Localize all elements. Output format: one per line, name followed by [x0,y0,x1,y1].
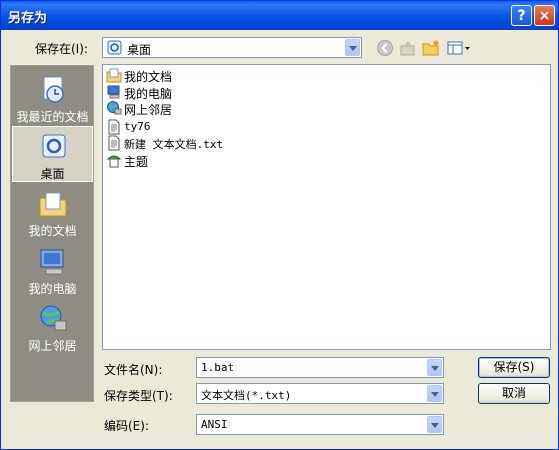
chevron-down-icon[interactable] [427,416,442,433]
my-documents-icon [106,68,122,83]
new-folder-icon[interactable] [422,39,440,57]
place-my-documents[interactable]: 我的文档 [12,184,93,240]
filetype-label: 保存类型(T): [104,389,173,403]
file-name: 网上邻居 [124,103,173,117]
place-label: 我的文档 [28,224,77,238]
network-places-icon [107,101,122,115]
save-in-combo[interactable]: 桌面 [102,37,362,58]
cancel-button[interactable]: 取消 [478,383,550,404]
place-label: 桌面 [40,167,65,181]
chevron-down-icon[interactable] [345,39,360,56]
chevron-down-icon[interactable] [427,359,442,376]
place-label: 我的电脑 [28,282,77,296]
filename-combo[interactable]: 1.bat [196,357,444,378]
encoding-value: ANSI [201,418,228,431]
encoding-combo[interactable]: ANSI [196,414,444,435]
file-name: 我的电脑 [124,87,173,101]
desktop-icon [42,134,66,158]
my-documents-icon [39,192,67,217]
place-label: 网上邻居 [28,339,77,353]
theme-icon [106,155,122,168]
places-bar: 我最近的文档 桌面 我的文档 我的电脑 网上邻居 [10,65,94,402]
filename-input[interactable]: 1.bat [201,361,234,374]
place-desktop[interactable]: 桌面 [12,126,93,182]
filetype-value: 文本文档(*.txt) [201,389,292,402]
my-computer-icon [107,85,120,99]
network-places-icon [40,305,67,331]
up-folder-icon[interactable] [399,39,417,57]
place-network[interactable]: 网上邻居 [12,299,93,355]
file-name: ty76 [124,120,151,133]
desktop-icon [107,40,122,55]
file-name: 新建 文本文档.txt [124,138,224,151]
save-in-label: 保存在(I): [35,42,88,56]
file-name: 主题 [124,155,149,169]
close-button[interactable]: × [534,5,555,26]
save-in-value: 桌面 [127,43,152,57]
text-file-icon [108,135,120,151]
back-icon[interactable] [376,39,394,57]
chevron-down-icon[interactable] [427,385,442,402]
filename-label: 文件名(N): [104,363,163,377]
save-button[interactable]: 保存(S) [478,357,550,378]
file-name: 我的文档 [124,70,173,84]
view-menu-icon[interactable] [447,39,471,57]
recent-documents-icon [43,76,64,103]
title-bar[interactable]: 另存为 ? × [1,1,558,30]
filetype-combo[interactable]: 文本文档(*.txt) [196,383,444,404]
my-computer-icon [40,249,64,275]
window-title: 另存为 [8,11,48,26]
save-as-dialog: 另存为 ? × 保存在(I): 桌面 我最近的文档 桌面 我的文档 我的电脑 网… [0,0,559,450]
file-list[interactable]: 我的文档 我的电脑 网上邻居 ty76 新建 文本文档.txt 主题 [102,64,551,350]
place-label: 我最近的文档 [16,110,89,124]
text-file-icon [108,119,120,135]
place-my-computer[interactable]: 我的电脑 [12,242,93,298]
help-button[interactable]: ? [511,5,532,26]
encoding-label: 编码(E): [104,419,149,433]
place-recent[interactable]: 我最近的文档 [12,70,93,126]
